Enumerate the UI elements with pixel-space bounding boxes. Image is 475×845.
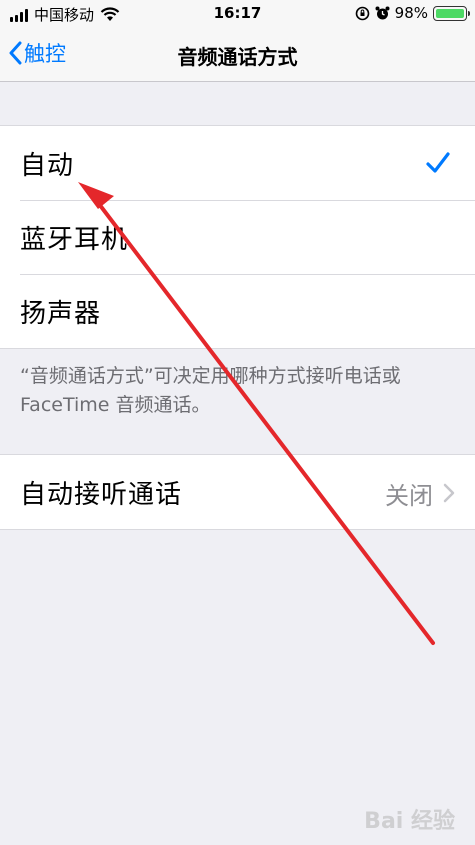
alarm-icon: [375, 6, 390, 19]
option-speaker-label: 扬声器: [20, 299, 102, 329]
option-bluetooth-headset[interactable]: 蓝牙耳机: [0, 200, 475, 274]
status-bar: 中国移动 16:17 98%: [0, 0, 475, 28]
auto-answer-group: 自动接听通话 关闭: [0, 454, 475, 530]
orientation-lock-icon: [355, 6, 369, 20]
routing-footer-note: “音频通话方式”可决定用哪种方式接听电话或 FaceTime 音频通话。: [20, 365, 401, 416]
option-speaker[interactable]: 扬声器: [0, 274, 475, 348]
auto-answer-row[interactable]: 自动接听通话 关闭: [0, 455, 475, 529]
battery-percent: 98%: [394, 4, 428, 22]
option-bluetooth-headset-label: 蓝牙耳机: [20, 225, 129, 255]
status-right: 98%: [355, 4, 470, 22]
auto-answer-label: 自动接听通话: [20, 480, 183, 510]
option-auto[interactable]: 自动: [0, 126, 475, 200]
auto-answer-value: 关闭: [385, 482, 433, 510]
battery-icon: [433, 5, 470, 21]
checkmark-icon: [426, 152, 450, 173]
watermark-logo: Bai 经验: [364, 809, 455, 834]
nav-bar: 触控 音频通话方式: [0, 28, 475, 82]
page-title: 音频通话方式: [177, 45, 298, 69]
call-audio-routing-list: 自动 蓝牙耳机 扬声器: [0, 125, 475, 349]
chevron-right-icon: [443, 483, 455, 503]
option-auto-label: 自动: [20, 151, 75, 181]
